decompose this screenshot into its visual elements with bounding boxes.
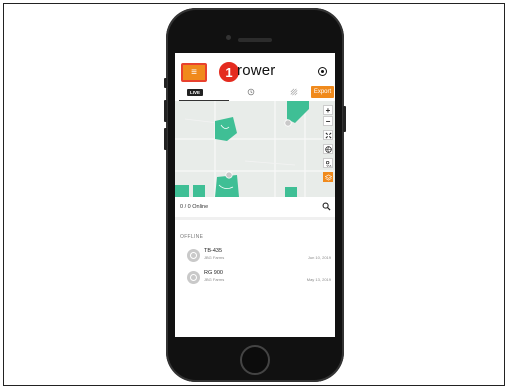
device-farm: JBG Farms [204,255,225,260]
history-icon[interactable] [247,88,255,96]
device-farm: JBG Farms [204,277,225,282]
fullscreen-button[interactable] [323,130,333,140]
hamburger-menu-icon: ≡ [191,66,197,78]
device-status-icon [187,249,200,262]
app-screen: ≡ 1 rower LIVE Export + − 0 / 0 Online O… [175,53,335,337]
view-tab-bar: LIVE Export [175,85,335,101]
device-name: TB-435 [204,248,223,254]
field-boundaries-icon[interactable] [290,88,298,96]
zoom-in-button[interactable]: + [323,105,333,115]
earpiece-speaker [238,38,272,42]
field-polygon-south [215,175,239,197]
app-header: ≡ 1 rower [175,53,335,83]
globe-icon [324,145,332,153]
user-account-icon[interactable] [318,67,327,76]
volume-up-button [164,100,167,122]
search-icon[interactable] [322,202,331,211]
device-list-item[interactable]: TB-435 JBG Farms Jun 10, 2019 [175,247,335,269]
weather-button[interactable] [323,158,333,168]
device-marker [225,171,233,179]
section-divider [175,217,335,220]
device-status-icon [187,271,200,284]
device-last-seen: Jun 10, 2019 [307,255,331,260]
fullscreen-icon [325,132,331,138]
online-status-bar: 0 / 0 Online [175,199,335,217]
field-map[interactable]: + − [175,101,335,197]
mute-switch [164,78,167,88]
device-marker [284,119,292,127]
globe-button[interactable] [323,144,333,154]
layers-button[interactable] [323,172,333,182]
field-polygon-west [193,185,205,197]
front-camera [226,35,231,40]
menu-button[interactable]: ≡ [181,63,207,82]
map-canvas [175,101,335,197]
export-button[interactable]: Export [311,86,334,98]
online-count: 0 / 0 Online [180,204,209,210]
field-polygon-south-east [285,187,297,197]
device-name: RG 900 [204,270,223,276]
weather-icon [325,160,331,167]
tab-live[interactable]: LIVE [187,89,204,96]
app-title: rower [237,62,276,79]
device-last-seen: May 13, 2019 [306,277,331,282]
home-button[interactable] [240,345,270,375]
device-list-item[interactable]: RG 900 JBG Farms May 13, 2019 [175,269,335,291]
layers-icon [324,173,332,181]
field-polygon-south-west [175,185,189,197]
offline-section-title: OFFLINE [180,234,204,240]
phone-device: ≡ 1 rower LIVE Export + − 0 / 0 Online O… [164,8,346,382]
volume-down-button [164,128,167,150]
zoom-out-button[interactable]: − [323,116,333,126]
power-button [343,106,346,132]
